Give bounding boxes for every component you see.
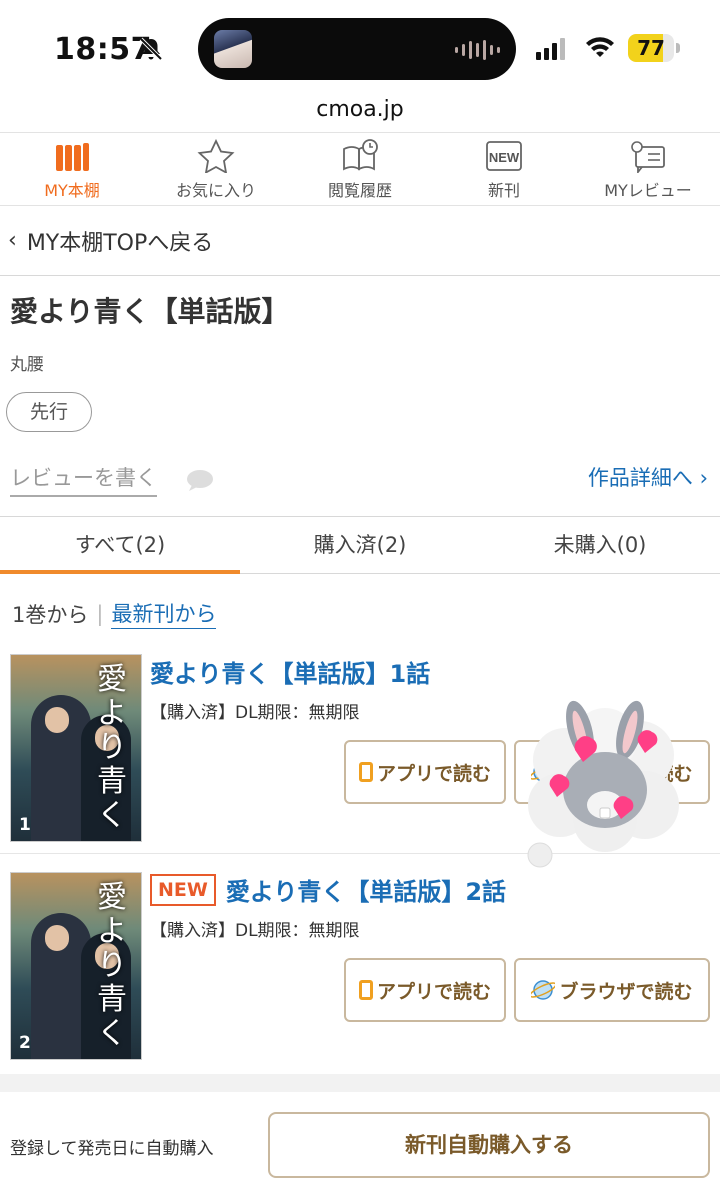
globe-icon <box>531 980 556 1000</box>
read-in-app-button[interactable]: アプリで読む <box>344 958 506 1022</box>
app-icon <box>358 762 373 782</box>
status-bar: 18:57 77 <box>0 0 720 96</box>
sort-row: 1巻から | 最新刊から <box>12 598 217 629</box>
app-icon <box>358 980 373 1000</box>
write-review-link[interactable]: レビューを書く <box>10 462 157 497</box>
nav-item-my-bookshelf[interactable]: MY本棚 <box>0 133 144 205</box>
bell-muted-icon <box>139 37 163 61</box>
cover-number: 1 <box>19 815 31 835</box>
tab-purchased[interactable]: 購入済(2) <box>240 517 480 573</box>
top-nav: MY本棚 お気に入り 閲覧履歴 NEW 新刊 MYレビュー <box>0 132 720 206</box>
read-in-app-label: アプリで読む <box>376 980 491 1003</box>
chevron-right-icon: › <box>699 466 708 490</box>
tab-not-purchased[interactable]: 未購入(0) <box>480 517 720 573</box>
sort-from-latest[interactable]: 最新刊から <box>111 598 217 629</box>
read-in-app-button[interactable]: アプリで読む <box>344 740 506 804</box>
read-in-app-label: アプリで読む <box>376 762 491 785</box>
volume-cover[interactable]: 愛より青く 2 <box>10 872 142 1060</box>
auto-purchase-footer: 登録して発売日に自動購入 新刊自動購入する <box>0 1092 720 1200</box>
nav-label: MY本棚 <box>44 181 100 200</box>
back-to-bookshelf-link[interactable]: ‹ MY本棚TOPへ戻る <box>0 206 720 276</box>
nav-label: 新刊 <box>487 181 520 200</box>
chevron-left-icon: ‹ <box>8 228 17 253</box>
volume-cover[interactable]: 愛より青く 1 <box>10 654 142 842</box>
new-badge: NEW <box>150 873 216 906</box>
battery-percentage: 77 <box>637 36 665 60</box>
svg-text:NEW: NEW <box>489 150 520 165</box>
dynamic-island[interactable] <box>198 18 516 80</box>
bunny-sticker-icon <box>527 700 679 868</box>
nav-item-favorites[interactable]: お気に入り <box>144 133 288 205</box>
auto-purchase-button[interactable]: 新刊自動購入する <box>268 1112 710 1178</box>
volume-title: 愛より青く【単話版】1話 <box>150 660 431 688</box>
early-release-tag: 先行 <box>6 392 92 432</box>
nav-label: 閲覧履歴 <box>327 181 392 200</box>
speech-bubble-icon <box>187 470 213 491</box>
bookshelf-icon <box>55 142 89 171</box>
nav-item-my-reviews[interactable]: MYレビュー <box>576 133 720 205</box>
back-link-label: MY本棚TOPへ戻る <box>26 230 214 256</box>
nav-item-history[interactable]: 閲覧履歴 <box>288 133 432 205</box>
cellular-signal-icon <box>536 38 565 60</box>
review-icon <box>631 141 665 173</box>
nav-label: MYレビュー <box>604 181 692 200</box>
purchase-status: 【購入済】DL期限：無期限 <box>150 921 360 941</box>
volume-title-link[interactable]: 愛より青く【単話版】1話 <box>150 654 430 689</box>
tab-all[interactable]: すべて(2) <box>0 517 240 574</box>
section-divider <box>0 1074 720 1092</box>
author-name[interactable]: 丸腰 <box>10 350 289 375</box>
star-icon <box>197 139 235 173</box>
read-in-browser-button[interactable]: ブラウザで読む <box>514 958 710 1022</box>
sort-from-first[interactable]: 1巻から <box>12 599 88 629</box>
work-detail-link[interactable]: 作品詳細へ › <box>588 462 708 492</box>
work-detail-label: 作品詳細へ <box>587 466 693 490</box>
page-title: 愛より青く【単話版】 <box>10 295 290 328</box>
read-in-browser-label: ブラウザで読む <box>559 980 693 1003</box>
nav-label: お気に入り <box>175 181 256 200</box>
cover-title: 愛より青く <box>97 662 127 833</box>
battery-indicator: 77 <box>628 34 680 62</box>
review-row: レビューを書く 作品詳細へ › <box>0 462 720 502</box>
purchase-status: 【購入済】DL期限：無期限 <box>150 703 360 723</box>
cover-number: 2 <box>19 1033 31 1053</box>
new-badge-icon: NEW <box>486 141 522 171</box>
audio-waveform-icon <box>455 40 500 60</box>
history-book-icon <box>343 139 378 171</box>
filter-tabs: すべて(2) 購入済(2) 未購入(0) <box>0 516 720 574</box>
volume-title-link[interactable]: NEW 愛より青く【単話版】2話 <box>150 872 506 907</box>
sort-divider: | <box>96 601 104 626</box>
wifi-icon <box>586 37 614 57</box>
url-bar[interactable]: cmoa.jp <box>0 96 720 130</box>
work-header: 愛より青く【単話版】 丸腰 <box>10 290 289 375</box>
nav-item-new-releases[interactable]: NEW 新刊 <box>432 133 576 205</box>
cover-title: 愛より青く <box>97 880 127 1051</box>
now-playing-thumbnail <box>214 30 252 68</box>
auto-purchase-description: 登録して発売日に自動購入 <box>10 1139 214 1159</box>
volume-title: 愛より青く【単話版】2話 <box>225 878 507 906</box>
list-item: 愛より青く 2 NEW 愛より青く【単話版】2話 【購入済】DL期限：無期限 ア… <box>0 858 720 1072</box>
